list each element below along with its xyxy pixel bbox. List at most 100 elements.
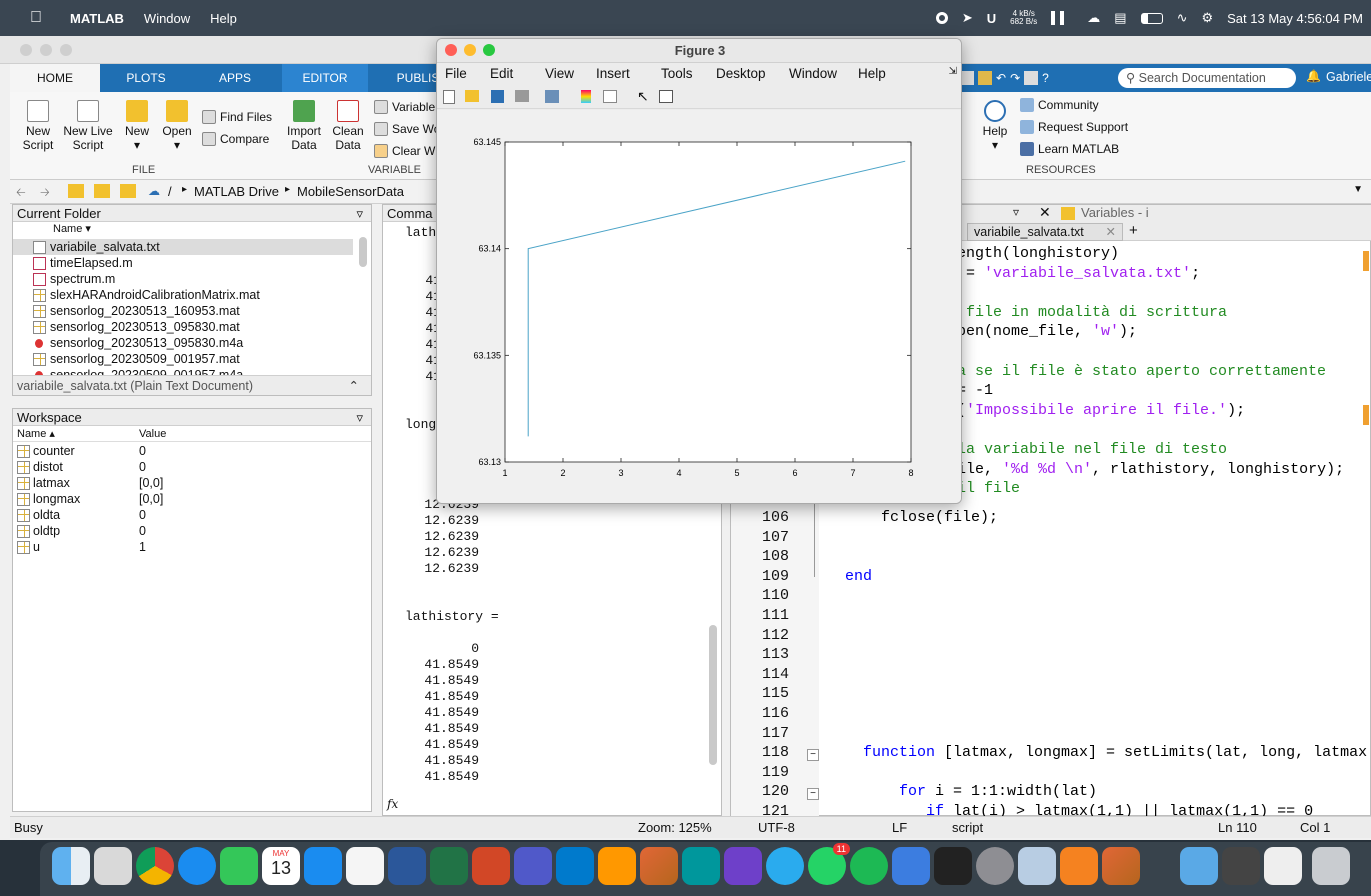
app-store-icon[interactable] bbox=[304, 847, 342, 885]
system-settings-icon[interactable] bbox=[976, 847, 1014, 885]
new-tab-button[interactable]: + bbox=[1129, 222, 1138, 239]
code-line[interactable]: end bbox=[845, 568, 872, 585]
display-icon[interactable]: ▤ bbox=[1114, 10, 1126, 26]
search-folder-icon[interactable] bbox=[120, 184, 136, 198]
file-item[interactable]: sensorlog_20230509_001957.mat bbox=[33, 351, 240, 367]
workspace-row[interactable]: oldta 0 bbox=[13, 508, 371, 524]
code-line[interactable]: = 'variabile_salvata.txt'; bbox=[957, 265, 1200, 282]
code-line[interactable]: file in modalità di scrittura bbox=[957, 304, 1227, 321]
fusion360-icon[interactable] bbox=[1060, 847, 1098, 885]
minimize-button[interactable] bbox=[40, 44, 52, 56]
wifi-icon[interactable]: ∿ bbox=[1177, 10, 1188, 26]
editor-file-tab[interactable]: variabile_salvata.txt ✕ bbox=[967, 223, 1123, 241]
help-button[interactable]: Help ▾ bbox=[980, 100, 1010, 152]
file-item[interactable]: timeElapsed.m bbox=[33, 255, 133, 271]
excel-icon[interactable] bbox=[430, 847, 468, 885]
tab-editor[interactable]: EDITOR bbox=[282, 64, 368, 92]
new-button[interactable]: New ▾ bbox=[122, 100, 152, 152]
undo-icon[interactable]: ↶ bbox=[996, 71, 1006, 85]
figure-menu-view[interactable]: View bbox=[545, 66, 574, 81]
colorbar-icon[interactable] bbox=[581, 90, 591, 103]
figure-menu-tools[interactable]: Tools bbox=[661, 66, 693, 81]
downloads-folder-icon[interactable] bbox=[1180, 847, 1218, 885]
path-mobilesensordata[interactable]: MobileSensorData bbox=[297, 184, 404, 199]
undock-icon[interactable]: ▿ bbox=[1013, 205, 1019, 219]
tab-apps[interactable]: APPS bbox=[195, 64, 275, 92]
forward-icon[interactable]: 🡢 bbox=[40, 183, 50, 204]
chevron-up-icon[interactable]: ⌃ bbox=[349, 376, 359, 396]
sublime-icon[interactable] bbox=[598, 847, 636, 885]
code-line[interactable]: a se il file è stato aperto correttament… bbox=[957, 363, 1326, 380]
workspace-row[interactable]: counter 0 bbox=[13, 444, 371, 460]
warning-marker[interactable] bbox=[1363, 405, 1369, 425]
launchpad-icon[interactable] bbox=[94, 847, 132, 885]
figure-menu-edit[interactable]: Edit bbox=[490, 66, 513, 81]
apple-icon[interactable]:  bbox=[30, 9, 50, 27]
value-column[interactable]: Value bbox=[139, 426, 166, 442]
teams-icon[interactable] bbox=[514, 847, 552, 885]
learn-matlab-link[interactable]: Learn MATLAB bbox=[1020, 142, 1119, 156]
code-line[interactable]: fclose(file); bbox=[845, 509, 998, 526]
cloud-icon[interactable]: ☁ bbox=[1087, 10, 1100, 26]
open-button[interactable]: Open ▾ bbox=[160, 100, 194, 152]
matlab-icon[interactable] bbox=[640, 847, 678, 885]
chrome-icon[interactable] bbox=[136, 847, 174, 885]
save-figure-icon[interactable] bbox=[491, 90, 504, 103]
code-line[interactable]: for i = 1:1:width(lat) bbox=[845, 783, 1097, 800]
up-folder-icon[interactable] bbox=[68, 184, 84, 198]
close-button[interactable] bbox=[20, 44, 32, 56]
close-editor-icon[interactable]: ✕ bbox=[1039, 204, 1051, 221]
matlab-drive-icon[interactable]: ☁ bbox=[148, 184, 160, 198]
zoom-button[interactable] bbox=[60, 44, 72, 56]
panel-menu-icon[interactable]: ▿ bbox=[356, 205, 363, 222]
new-script-button[interactable]: New Script bbox=[16, 100, 60, 152]
help-icon[interactable]: ? bbox=[1042, 71, 1049, 85]
figure-menu-window[interactable]: Window bbox=[789, 66, 837, 81]
code-line[interactable]: ile, '%d %d \n', rlathistory, longhistor… bbox=[957, 461, 1344, 478]
whatsapp-icon[interactable]: 11 bbox=[808, 843, 850, 885]
copy-icon[interactable] bbox=[960, 71, 974, 85]
calendar-icon[interactable]: MAY 13 bbox=[262, 847, 300, 885]
file-item[interactable]: sensorlog_20230513_095830.mat bbox=[33, 319, 240, 335]
clean-data-button[interactable]: Clean Data bbox=[328, 100, 368, 152]
safari-icon[interactable] bbox=[178, 847, 216, 885]
code-line[interactable]: function [latmax, longmax] = setLimits(l… bbox=[845, 744, 1367, 761]
link-plot-icon[interactable] bbox=[545, 90, 559, 103]
figure-menubar-chevron-icon[interactable]: ⇲ bbox=[949, 66, 957, 77]
powerpoint-icon[interactable] bbox=[472, 847, 510, 885]
tab-home[interactable]: HOME bbox=[10, 64, 100, 92]
code-line[interactable]: pen(nome_file, 'w'); bbox=[957, 323, 1137, 340]
textedit-icon[interactable] bbox=[346, 847, 384, 885]
new-figure-icon[interactable] bbox=[443, 90, 455, 104]
cpu-meter-icon[interactable] bbox=[1051, 11, 1074, 25]
search-documentation-field[interactable]: ⚲ Search Documentation bbox=[1118, 68, 1296, 88]
browse-folder-icon[interactable] bbox=[94, 184, 110, 198]
preview-icon[interactable] bbox=[1018, 847, 1056, 885]
name-column-header[interactable]: Name ▾ bbox=[33, 222, 91, 237]
vscode-icon[interactable] bbox=[556, 847, 594, 885]
github-icon[interactable] bbox=[724, 847, 762, 885]
panel-menu-icon[interactable]: ▿ bbox=[356, 409, 363, 426]
file-item[interactable]: variabile_salvata.txt bbox=[13, 239, 353, 255]
warning-marker[interactable] bbox=[1363, 251, 1369, 271]
u-app-icon[interactable]: U bbox=[987, 11, 996, 26]
menu-app-matlab[interactable]: MATLAB bbox=[70, 11, 124, 26]
workspace-row[interactable]: oldtp 0 bbox=[13, 524, 371, 540]
window-thumbnail-icon[interactable] bbox=[1264, 847, 1302, 885]
finder-icon[interactable] bbox=[52, 847, 90, 885]
workspace-row[interactable]: distot 0 bbox=[13, 460, 371, 476]
fold-toggle-icon[interactable]: − bbox=[807, 749, 819, 761]
community-link[interactable]: Community bbox=[1020, 98, 1099, 112]
terminal-icon[interactable] bbox=[934, 847, 972, 885]
tab-plots[interactable]: PLOTS bbox=[106, 64, 186, 92]
network-app-icon[interactable] bbox=[892, 847, 930, 885]
redo-icon[interactable]: ↷ bbox=[1010, 71, 1020, 85]
paste-icon[interactable] bbox=[978, 71, 992, 85]
arduino-icon[interactable] bbox=[682, 847, 720, 885]
figure-menu-desktop[interactable]: Desktop bbox=[716, 66, 766, 81]
code-line[interactable]: il file bbox=[957, 480, 1020, 497]
path-matlab-drive[interactable]: MATLAB Drive bbox=[194, 184, 279, 199]
command-scrollbar[interactable] bbox=[709, 625, 717, 765]
switch-windows-icon[interactable] bbox=[1024, 71, 1039, 85]
find-files-button[interactable]: Find Files bbox=[202, 110, 272, 124]
